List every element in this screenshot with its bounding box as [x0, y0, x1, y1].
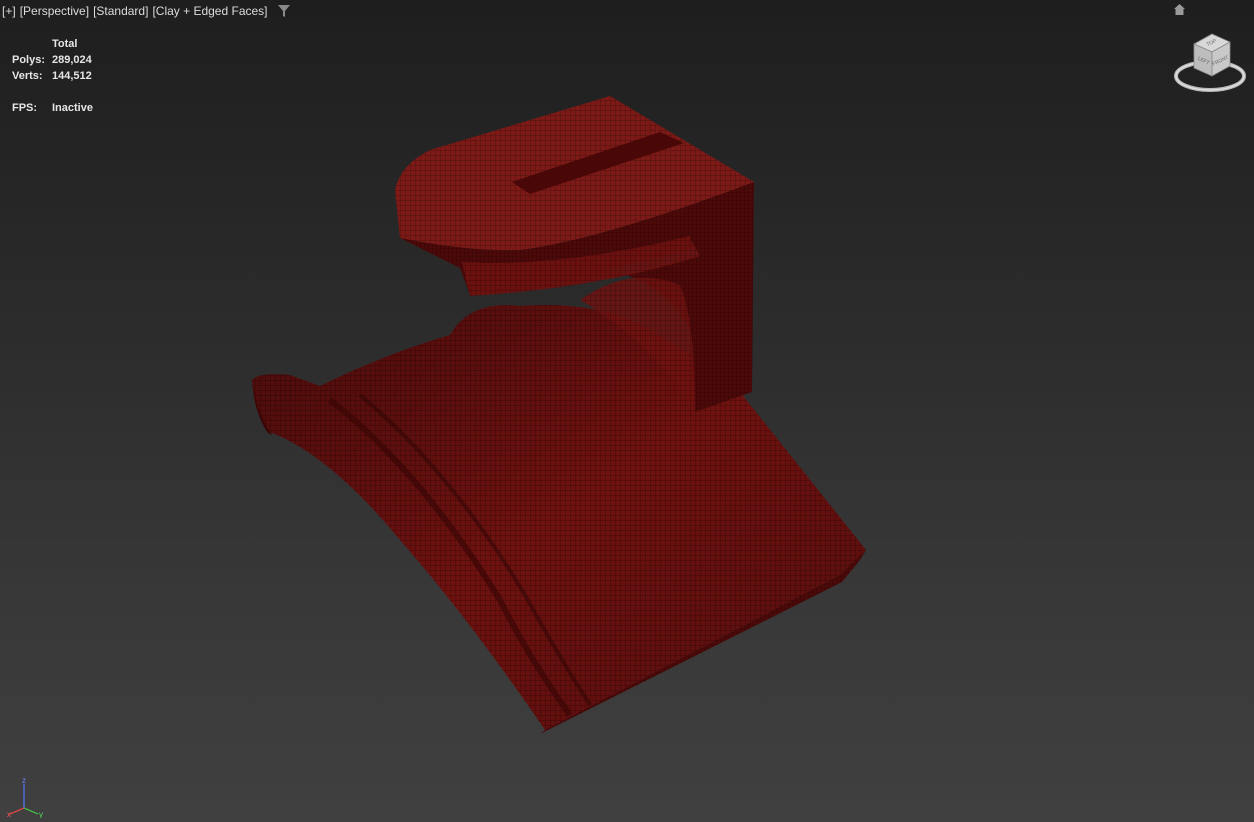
- viewport-label-bar: [+] [Perspective] [Standard] [Clay + Edg…: [2, 4, 290, 18]
- viewcube-home-icon[interactable]: [1174, 2, 1185, 15]
- viewport-general-menu[interactable]: [+]: [2, 4, 16, 18]
- z-axis-label: z: [22, 776, 26, 785]
- mesh-model[interactable]: [0, 0, 1254, 822]
- viewport-statistics: Total Polys: 289,024 Verts: 144,512 FPS:…: [12, 36, 93, 116]
- viewcube[interactable]: TOP LEFT FRONT: [1172, 30, 1248, 94]
- stats-fps-value: Inactive: [52, 102, 93, 114]
- stats-verts-label: Verts:: [12, 70, 43, 82]
- stats-fps-label: FPS:: [12, 102, 38, 114]
- stats-total-header: Total: [52, 38, 78, 50]
- axis-tripod: z x y: [7, 776, 43, 818]
- x-axis-line: [9, 807, 25, 815]
- viewport-display-mode-menu[interactable]: [Clay + Edged Faces]: [152, 4, 267, 18]
- viewport-pov-menu[interactable]: [Perspective]: [20, 4, 89, 18]
- x-axis-label: x: [7, 810, 11, 818]
- stats-verts-value: 144,512: [52, 70, 92, 82]
- filter-funnel-icon[interactable]: [277, 5, 290, 17]
- viewport-shading-preset-menu[interactable]: [Standard]: [93, 4, 148, 18]
- perspective-viewport[interactable]: [+] [Perspective] [Standard] [Clay + Edg…: [0, 0, 1254, 822]
- stats-polys-value: 289,024: [52, 54, 92, 66]
- mesh-base-shade: [252, 305, 866, 730]
- y-axis-line: [23, 807, 39, 815]
- y-axis-label: y: [39, 810, 43, 818]
- stats-polys-label: Polys:: [12, 54, 46, 66]
